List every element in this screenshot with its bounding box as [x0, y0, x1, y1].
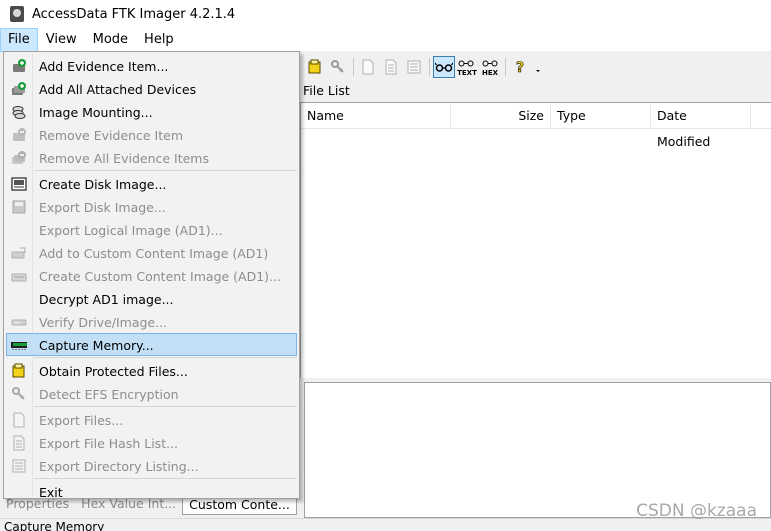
menu-item-exit[interactable]: Exit — [6, 480, 297, 503]
text-view-button[interactable]: TEXT — [456, 56, 478, 78]
file-menu-dropdown: Add Evidence Item... Add All Attached De… — [3, 51, 300, 500]
menu-item-export-directory-listing[interactable]: Export Directory Listing... — [6, 454, 297, 477]
window-title: AccessData FTK Imager 4.2.1.4 — [32, 6, 236, 22]
menu-item-remove-evidence[interactable]: Remove Evidence Item — [6, 123, 297, 146]
menu-view[interactable]: View — [38, 28, 85, 52]
menu-item-create-custom-content[interactable]: Create Custom Content Image (AD1)... — [6, 264, 297, 287]
menu-item-export-file-hash-list[interactable]: Export File Hash List... — [6, 431, 297, 454]
add-evidence-icon — [11, 58, 27, 74]
text-view-icon: TEXT — [457, 57, 477, 77]
export-hash-list-button[interactable] — [380, 56, 402, 78]
menu-item-export-disk-image[interactable]: Export Disk Image... — [6, 195, 297, 218]
menu-mode[interactable]: Mode — [85, 28, 136, 52]
toolbar-overflow-button[interactable] — [532, 56, 544, 78]
menu-item-obtain-protected-files[interactable]: Obtain Protected Files... — [6, 359, 297, 382]
key-icon — [331, 60, 344, 73]
menu-item-image-mounting[interactable]: Image Mounting... — [6, 100, 297, 123]
menu-item-export-logical-image[interactable]: Export Logical Image (AD1)... — [6, 218, 297, 241]
glasses-icon — [435, 62, 453, 72]
export-files-button[interactable] — [357, 56, 379, 78]
add-custom-content-icon — [11, 245, 27, 261]
remove-all-evidence-icon — [11, 150, 27, 166]
column-header-size[interactable]: Size — [451, 103, 551, 129]
watermark: CSDN @kzaaa — [636, 501, 757, 521]
remove-evidence-icon — [11, 127, 27, 143]
menu-item-export-files[interactable]: Export Files... — [6, 408, 297, 431]
image-mount-icon — [11, 104, 27, 120]
export-directory-listing-icon — [11, 458, 27, 474]
file-list-panel[interactable]: Name Size Type Date Modified — [300, 102, 771, 378]
menu-item-detect-efs[interactable]: Detect EFS Encryption — [6, 382, 297, 405]
svg-text:?: ? — [516, 60, 524, 75]
toolbar: TEXT HEX ? — [300, 54, 771, 80]
help-question-icon: ? — [516, 60, 525, 75]
ftk-imager-icon — [10, 6, 24, 22]
protected-files-icon — [308, 59, 321, 74]
add-devices-icon — [11, 81, 27, 97]
verify-drive-icon — [11, 314, 27, 330]
help-button[interactable]: ? — [509, 56, 531, 78]
export-hash-list-icon — [11, 435, 27, 451]
menu-separator — [34, 357, 297, 358]
menu-separator — [34, 170, 297, 171]
toolbar-separator — [429, 58, 430, 76]
menu-separator — [34, 478, 297, 479]
menu-item-decrypt-ad1[interactable]: Decrypt AD1 image... — [6, 287, 297, 310]
toolbar-separator — [505, 58, 506, 76]
export-files-icon — [11, 412, 27, 428]
obtain-protected-files-button[interactable] — [304, 56, 326, 78]
create-disk-image-icon — [11, 176, 27, 192]
column-header-name[interactable]: Name — [301, 103, 451, 129]
detect-efs-icon — [11, 386, 27, 402]
file-list-title: File List — [300, 80, 771, 102]
menu-item-capture-memory[interactable]: Capture Memory... — [6, 333, 297, 356]
menu-file[interactable]: File — [0, 27, 38, 52]
detect-efs-button[interactable] — [327, 56, 349, 78]
hash-list-icon — [385, 59, 397, 75]
hex-view-button[interactable]: HEX — [479, 56, 501, 78]
obtain-protected-files-icon — [11, 363, 27, 379]
directory-listing-icon — [407, 60, 421, 74]
file-list-column-headers: Name Size Type Date Modified — [301, 103, 771, 149]
menu-help[interactable]: Help — [136, 28, 182, 52]
column-header-date-modified[interactable]: Date Modified — [651, 103, 751, 149]
hex-view-icon: HEX — [481, 57, 499, 77]
menu-bar: File View Mode Help — [0, 27, 771, 52]
menu-item-add-all-devices[interactable]: Add All Attached Devices — [6, 77, 297, 100]
export-directory-listing-button[interactable] — [403, 56, 425, 78]
create-custom-content-icon — [11, 268, 27, 284]
menu-item-add-evidence[interactable]: Add Evidence Item... — [6, 54, 297, 77]
export-disk-image-icon — [11, 199, 27, 215]
title-bar: AccessData FTK Imager 4.2.1.4 — [0, 0, 771, 28]
capture-memory-icon — [11, 337, 27, 353]
menu-item-remove-all-evidence[interactable]: Remove All Evidence Items — [6, 146, 297, 169]
menu-separator — [34, 406, 297, 407]
menu-item-verify-drive[interactable]: Verify Drive/Image... — [6, 310, 297, 333]
menu-item-create-disk-image[interactable]: Create Disk Image... — [6, 172, 297, 195]
auto-view-button[interactable] — [433, 56, 455, 78]
column-header-type[interactable]: Type — [551, 103, 651, 129]
toolbar-separator — [353, 58, 354, 76]
chevron-down-icon — [536, 70, 540, 72]
document-icon — [362, 59, 374, 75]
menu-item-add-to-custom-content[interactable]: Add to Custom Content Image (AD1) — [6, 241, 297, 264]
viewer-panel[interactable] — [304, 382, 771, 518]
